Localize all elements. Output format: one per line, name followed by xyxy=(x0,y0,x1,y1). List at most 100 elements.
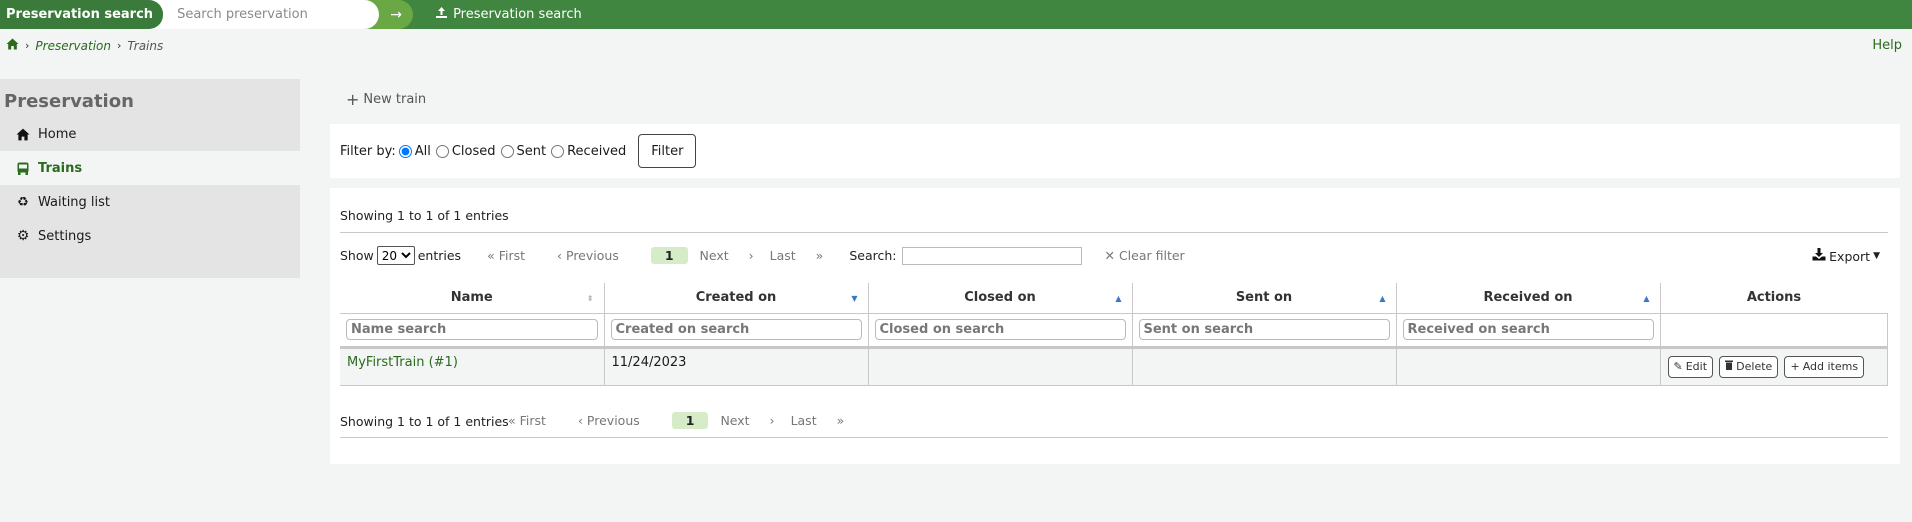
next-page-button[interactable]: Next › xyxy=(700,248,754,263)
sort-asc-icon: ▲ xyxy=(1379,294,1386,303)
table-info-bottom: Showing 1 to 1 of 1 entries xyxy=(340,414,509,429)
filter-panel: Filter by: All Closed Sent Received Filt… xyxy=(330,124,1900,178)
breadcrumb-preservation[interactable]: Preservation xyxy=(35,39,111,53)
filter-option-label: Closed xyxy=(451,143,496,159)
filter-button[interactable]: Filter xyxy=(638,134,697,168)
search-input[interactable] xyxy=(149,0,380,29)
trains-table: Name ⬍ Created on ▼ Closed on ▲ Sent on … xyxy=(340,283,1888,386)
filter-option-label: Sent xyxy=(516,143,547,159)
closed-on-search-input[interactable] xyxy=(874,319,1126,340)
previous-label: Previous xyxy=(566,248,619,263)
add-items-button[interactable]: + Add items xyxy=(1784,355,1865,378)
page-size-select[interactable]: 20 xyxy=(376,246,415,265)
arrow-right-icon: → xyxy=(390,6,402,23)
recycle-icon: ♻ xyxy=(17,194,29,210)
first-label: First xyxy=(498,248,526,263)
sent-on-search-input[interactable] xyxy=(1138,319,1390,340)
sort-both-icon: ⬍ xyxy=(586,294,594,303)
train-name-link[interactable]: MyFirstTrain (#1) xyxy=(347,355,458,370)
sort-desc-icon: ▼ xyxy=(851,294,858,303)
received-on-cell xyxy=(1396,347,1661,386)
received-on-search-input[interactable] xyxy=(1402,319,1654,340)
export-button[interactable]: Export ▼ xyxy=(1812,248,1880,264)
column-header-name[interactable]: Name ⬍ xyxy=(340,283,605,314)
show-label: Show xyxy=(340,248,374,263)
current-page[interactable]: 1 xyxy=(650,247,688,264)
filter-radio-received[interactable] xyxy=(551,144,565,158)
filter-radio-sent[interactable] xyxy=(500,144,514,158)
column-label: Created on xyxy=(695,290,777,306)
filter-radio-all[interactable] xyxy=(398,144,412,158)
table-search-input[interactable] xyxy=(902,246,1083,265)
last-page-button[interactable]: Last » xyxy=(791,413,845,428)
breadcrumb-separator: › xyxy=(116,39,122,52)
first-page-button[interactable]: « First xyxy=(487,248,541,263)
column-label: Name xyxy=(450,290,493,306)
first-page-button[interactable]: « First xyxy=(508,413,562,428)
clear-filter-button[interactable]: ✕ Clear filter xyxy=(1104,248,1184,263)
previous-page-button[interactable]: ‹ Previous xyxy=(578,413,656,428)
breadcrumb-trains: Trains xyxy=(127,38,164,53)
sort-asc-icon: ▲ xyxy=(1643,294,1650,303)
actions-cell: ✎ Edit Delete + Add items xyxy=(1660,347,1888,386)
sidebar-item-label: Trains xyxy=(38,160,83,176)
breadcrumb-separator: › xyxy=(25,39,30,52)
sidebar-item-home[interactable]: Home xyxy=(0,117,300,151)
plus-icon: + xyxy=(1790,360,1800,373)
breadcrumb: › Preservation › Trains xyxy=(6,38,163,53)
caret-down-icon: ▼ xyxy=(1873,251,1880,261)
upload-icon xyxy=(435,6,448,23)
plus-icon: + xyxy=(346,90,360,109)
created-on-cell: 11/24/2023 xyxy=(604,347,869,386)
filter-option-sent[interactable]: Sent xyxy=(498,143,547,159)
column-header-actions: Actions xyxy=(1660,283,1888,314)
preservation-search-link[interactable]: Preservation search xyxy=(435,6,582,23)
filter-option-all[interactable]: All xyxy=(396,144,431,159)
sidebar-title: Preservation xyxy=(4,91,134,112)
previous-page-button[interactable]: ‹ Previous xyxy=(557,248,635,263)
bus-icon xyxy=(16,162,30,175)
first-label: First xyxy=(519,413,546,428)
next-label: Next xyxy=(699,248,729,263)
last-label: Last xyxy=(769,248,796,263)
new-train-button[interactable]: + New train xyxy=(346,90,426,109)
last-page-button[interactable]: Last » xyxy=(770,248,824,263)
sidebar-item-waiting-list[interactable]: ♻ Waiting list xyxy=(0,185,300,219)
next-page-button[interactable]: Next › xyxy=(720,413,774,428)
name-search-input[interactable] xyxy=(346,319,598,340)
actions-filter-cell xyxy=(1660,313,1888,349)
sidebar-item-trains[interactable]: Trains xyxy=(0,151,300,185)
column-label: Sent on xyxy=(1235,290,1293,306)
column-header-created-on[interactable]: Created on ▼ xyxy=(604,283,869,314)
help-link[interactable]: Help xyxy=(1872,38,1902,53)
edit-button[interactable]: ✎ Edit xyxy=(1667,355,1714,378)
sidebar-item-label: Waiting list xyxy=(38,194,111,210)
download-icon xyxy=(1812,248,1826,264)
previous-label: Previous xyxy=(586,413,640,428)
sidebar-item-label: Settings xyxy=(38,228,92,244)
filter-radio-closed[interactable] xyxy=(435,144,449,158)
sidebar-item-settings[interactable]: ⚙ Settings xyxy=(0,219,300,253)
delete-label: Delete xyxy=(1736,360,1773,373)
pencil-icon: ✎ xyxy=(1673,360,1683,373)
clear-filter-label: Clear filter xyxy=(1118,248,1185,263)
delete-button[interactable]: Delete xyxy=(1719,355,1779,378)
table-row: MyFirstTrain (#1) 11/24/2023 ✎ Edit Dele… xyxy=(340,347,1888,386)
table-info-top: Showing 1 to 1 of 1 entries xyxy=(340,208,509,223)
export-label: Export xyxy=(1829,248,1871,264)
current-page[interactable]: 1 xyxy=(671,412,709,429)
column-header-sent-on[interactable]: Sent on ▲ xyxy=(1132,283,1397,314)
filter-option-received[interactable]: Received xyxy=(548,144,626,159)
search-form: → xyxy=(149,0,414,29)
column-header-closed-on[interactable]: Closed on ▲ xyxy=(868,283,1133,314)
column-label: Actions xyxy=(1746,290,1802,306)
home-icon xyxy=(16,128,30,141)
column-header-received-on[interactable]: Received on ▲ xyxy=(1396,283,1661,314)
search-submit-button[interactable]: → xyxy=(379,0,413,29)
table-search-label: Search: xyxy=(849,248,897,263)
filter-option-closed[interactable]: Closed xyxy=(433,144,496,159)
created-on-search-input[interactable] xyxy=(610,319,862,340)
last-label: Last xyxy=(790,413,817,428)
home-icon[interactable] xyxy=(6,38,19,53)
sidebar: Preservation Home Trains ♻ Waiting list … xyxy=(0,79,300,278)
